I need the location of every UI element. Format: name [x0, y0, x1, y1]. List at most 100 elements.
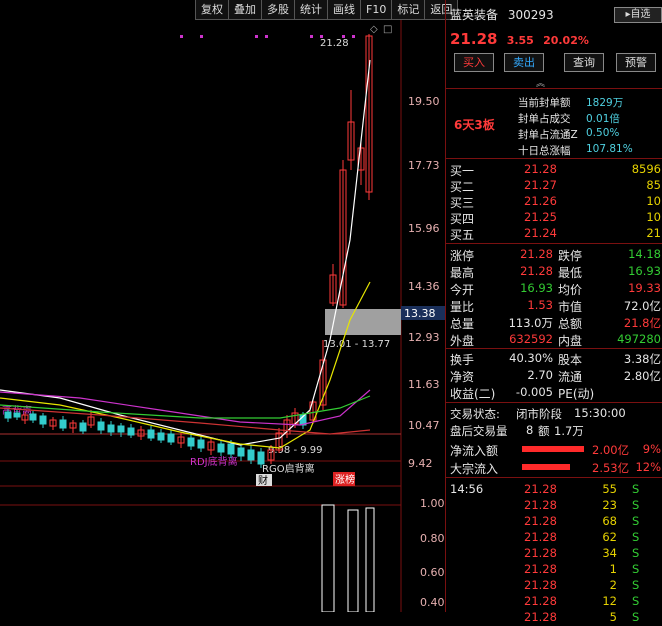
top-price-text: 21.28	[320, 38, 349, 49]
toolbar-btn-5[interactable]: F10	[360, 0, 393, 20]
trade-btn-0[interactable]: 买入	[454, 53, 494, 72]
diamond-icon: ◇	[370, 24, 378, 35]
stat2-row: 净资 2.70 流通 2.80亿	[450, 368, 661, 384]
price-change: 3.55	[506, 34, 534, 47]
candle-body	[59, 419, 67, 429]
current-price-text: 13.38	[404, 307, 436, 320]
candle-body	[79, 422, 87, 432]
bid-row[interactable]: 买四 21.25 10	[446, 209, 662, 226]
candle-body	[257, 451, 265, 465]
stock-code: 300293	[507, 8, 554, 22]
volume-bar	[365, 507, 375, 612]
stat-row: 涨停 21.28 跌停 14.18	[450, 247, 661, 263]
flow-row: 净流入额 2.00亿 9%	[450, 442, 661, 458]
signal-dot	[310, 35, 313, 38]
stat-row: 外盘 632592 内盘 497280	[450, 332, 661, 348]
seal-row: 封单占成交 0.01倍	[518, 113, 620, 125]
candle-body	[127, 427, 135, 436]
tick-row: 21.28 62 S	[524, 530, 640, 544]
zixuan-button[interactable]: ▸自选	[614, 7, 662, 23]
signal-dot	[200, 35, 203, 38]
quote-panel: 蓝英装备 300293 ▸自选 21.28 3.55 20.02% 买入 卖出 查询…	[445, 0, 662, 624]
trade-btn-3[interactable]: 预警	[616, 53, 656, 72]
toolbar-btn-2[interactable]: 多股	[261, 0, 295, 20]
range-text: 13.01 - 13.77	[323, 339, 390, 350]
price-tick: 15.96	[408, 222, 440, 235]
kline-chart[interactable]: ◇ □13.3813.01 - 13.7721.289.98 - 9.99RDJ底…	[0, 20, 445, 612]
flow-bar	[522, 446, 584, 452]
volume-bar	[347, 509, 359, 612]
price-tick: 17.73	[408, 159, 440, 172]
rdj-label: RDJ底背离	[190, 455, 238, 468]
candle-body	[117, 425, 125, 433]
signal-dot	[255, 35, 258, 38]
tick-row: 21.28 34 S	[524, 546, 640, 560]
stat-row: 最高 21.28 最低 16.93	[450, 264, 661, 280]
flow-bar	[522, 464, 570, 470]
tick-row: 21.28 12 S	[524, 594, 640, 608]
toolbar-btn-0[interactable]: 复权	[195, 0, 229, 20]
range-box	[325, 309, 401, 335]
trade-status: 交易状态: 闭市阶段 15:30:00	[450, 406, 626, 421]
bid-row[interactable]: 买二 21.27 85	[446, 177, 662, 194]
price-tick: 10.47	[408, 419, 440, 432]
stat-row: 总量 113.0万 总额 21.8亿	[450, 316, 661, 331]
candle-body	[97, 421, 105, 431]
signal-dot	[265, 35, 268, 38]
cai-label: 财	[258, 474, 268, 487]
price-tick: 19.50	[408, 95, 440, 108]
bid-row[interactable]: 买五 21.24 21	[446, 225, 662, 242]
bid-row[interactable]: 买一 21.28 8596	[446, 161, 662, 178]
signal-dot	[180, 35, 183, 38]
candle-body	[197, 439, 205, 449]
tick-row: 21.28 2 S	[524, 578, 640, 592]
candle-body	[187, 437, 195, 447]
toolbar-btn-4[interactable]: 画线	[327, 0, 361, 20]
candle-body	[29, 413, 37, 421]
ma5-line	[0, 59, 371, 446]
current-price: 21.28 3.55 20.02%	[450, 30, 589, 48]
candle-body	[247, 449, 255, 461]
price-tick: 11.63	[408, 378, 440, 391]
vol-tick: 0.40	[420, 596, 445, 609]
stat-row: 今开 16.93 均价 19.33	[450, 281, 661, 297]
candle-body	[4, 411, 12, 419]
tick-row: 21.28 1 S	[524, 562, 640, 576]
flow-row: 大宗流入 2.53亿 12%	[450, 460, 661, 476]
vol-tick: 0.80	[420, 532, 445, 545]
after-hours: 盘后交易量 8 额 1.7万	[450, 423, 584, 438]
candle-body	[13, 412, 21, 418]
tick-row: 14:56 21.28 55 S	[450, 482, 640, 496]
stat2-row: 收益(二) -0.005 PE(动)	[450, 385, 595, 401]
stat-row: 量比 1.53 市值 72.0亿	[450, 298, 661, 314]
toolbar-btn-1[interactable]: 叠加	[228, 0, 262, 20]
seal-row: 封单占流通Z 0.50%	[518, 127, 620, 141]
chart-toolbar: 复权 叠加 多股 统计 画线 F10 标记 返回	[195, 0, 459, 20]
trade-btn-1[interactable]: 卖出	[504, 53, 544, 72]
bid-row[interactable]: 买三 21.26 10	[446, 193, 662, 210]
volume-bar	[321, 504, 335, 612]
candle-body	[107, 424, 115, 433]
price-tick: 9.42	[408, 457, 433, 470]
candle-body	[227, 443, 235, 455]
candle-body	[157, 432, 165, 441]
rgo-label: RGO启背离	[262, 462, 315, 475]
stock-title: 蓝英装备 300293	[450, 6, 554, 23]
stock-name: 蓝英装备	[450, 8, 499, 22]
tick-row: 21.28 23 S	[524, 498, 640, 512]
seal-row: 十日总涨幅 107.81%	[518, 143, 633, 157]
ma60-line	[0, 395, 371, 419]
toolbar-btn-6[interactable]: 标记	[391, 0, 426, 20]
price-pct: 20.02%	[543, 34, 589, 47]
stat2-row: 换手 40.30% 股本 3.38亿	[450, 351, 661, 367]
zhangting-label: 涨榜	[335, 473, 355, 486]
price-tick: 12.93	[408, 331, 440, 344]
candle-body	[39, 415, 47, 425]
candle-body	[237, 447, 245, 457]
candle-body	[147, 429, 155, 439]
trade-btn-2[interactable]: 查询	[564, 53, 604, 72]
price-tick: 14.36	[408, 280, 440, 293]
seal-row: 当前封单额 1829万	[518, 97, 624, 109]
toolbar-btn-3[interactable]: 统计	[294, 0, 328, 20]
tick-row: 21.28 68 S	[524, 514, 640, 528]
